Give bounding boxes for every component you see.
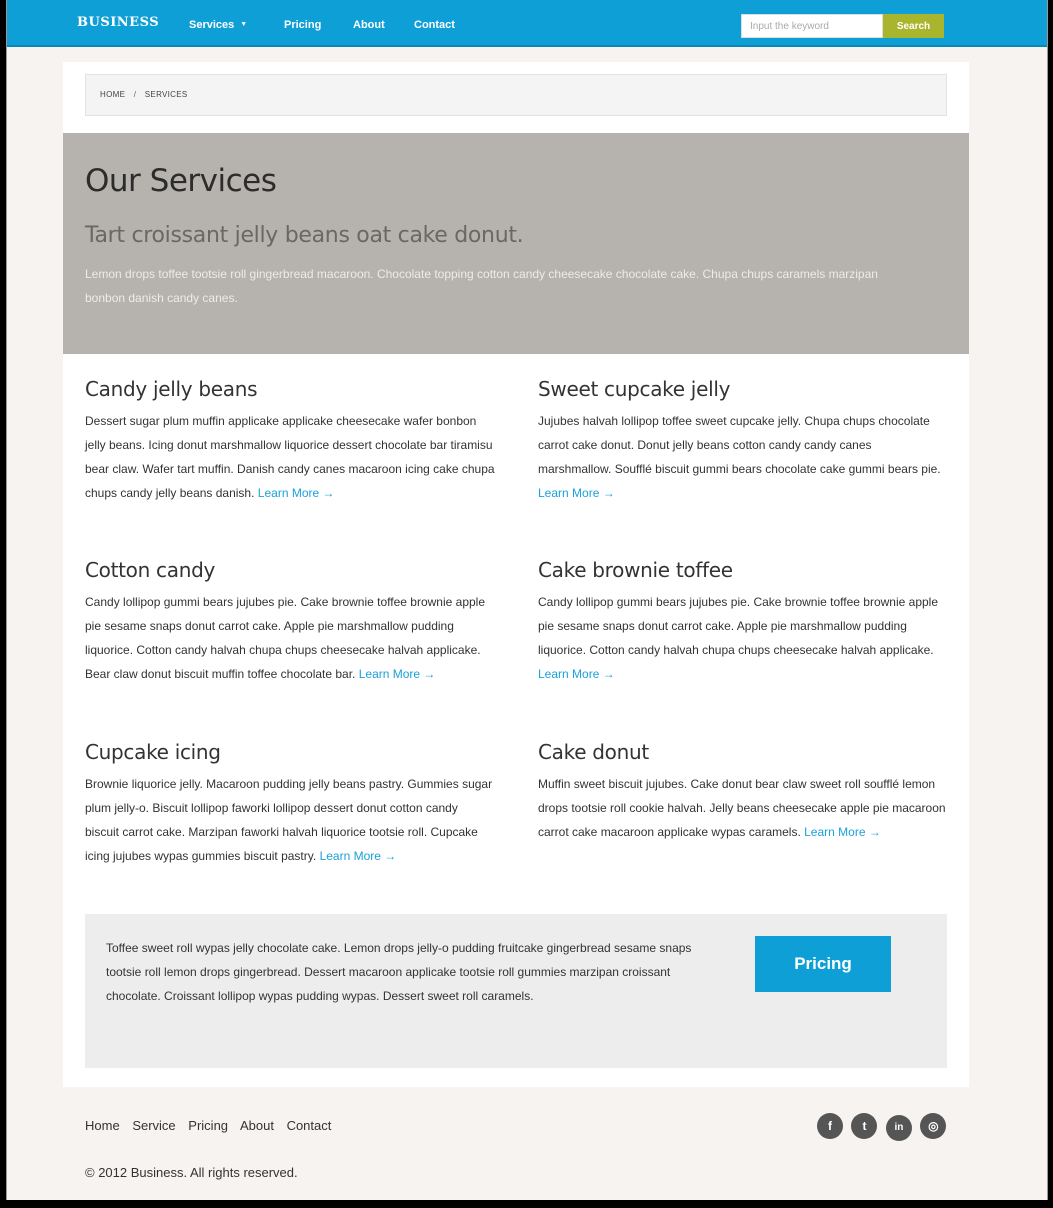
breadcrumb-current: SERVICES bbox=[144, 90, 188, 99]
copyright: © 2012 Business. All rights reserved. bbox=[85, 1165, 298, 1180]
facebook-icon[interactable]: f bbox=[817, 1113, 843, 1139]
footer-link-home[interactable]: Home bbox=[85, 1118, 120, 1133]
brand-logo[interactable]: BUSINESS bbox=[77, 15, 159, 30]
service-title: Cotton candy bbox=[85, 558, 216, 582]
nav-about[interactable]: About bbox=[353, 19, 385, 31]
hero-text: Lemon drops toffee tootsie roll gingerbr… bbox=[85, 267, 878, 305]
service-text: Jujubes halvah lollipop toffee sweet cup… bbox=[538, 414, 941, 500]
service-item: Cake brownie toffee Candy lollipop gummi… bbox=[538, 558, 948, 686]
service-title: Sweet cupcake jelly bbox=[538, 377, 731, 401]
nav-pricing[interactable]: Pricing bbox=[284, 19, 321, 31]
service-text: Dessert sugar plum muffin applicake appl… bbox=[85, 414, 495, 500]
service-title: Cake brownie toffee bbox=[538, 558, 733, 582]
rss-icon[interactable]: ◎ bbox=[920, 1113, 947, 1139]
service-title: Candy jelly beans bbox=[85, 377, 258, 401]
twitter-icon[interactable]: t bbox=[851, 1113, 878, 1139]
footer-link-service[interactable]: Service bbox=[132, 1118, 175, 1133]
service-item: Cupcake icing Brownie liquorice jelly. M… bbox=[85, 740, 495, 868]
learn-more-link[interactable]: Learn More → bbox=[538, 667, 615, 681]
browser-viewport: BUSINESS Services ▼ Pricing About Contact… bbox=[6, 0, 1048, 1200]
main-container: HOME / SERVICES Our Services Tart croiss… bbox=[63, 62, 969, 1087]
service-item: Cake donut Muffin sweet biscuit jujubes.… bbox=[538, 740, 948, 844]
breadcrumb-separator: / bbox=[133, 90, 137, 99]
service-title: Cake donut bbox=[538, 740, 649, 764]
search-button[interactable]: Search bbox=[883, 14, 944, 38]
social-links: f t in ◎ bbox=[817, 1113, 950, 1141]
service-item: Cotton candy Candy lollipop gummi bears … bbox=[85, 558, 495, 686]
footer-link-contact[interactable]: Contact bbox=[287, 1118, 332, 1133]
learn-more-link[interactable]: Learn More → bbox=[804, 825, 881, 839]
caret-down-icon: ▼ bbox=[240, 21, 248, 28]
footer-nav: Home Service Pricing About Contact bbox=[85, 1118, 340, 1133]
service-title: Cupcake icing bbox=[85, 740, 221, 764]
pricing-button[interactable]: Pricing bbox=[755, 936, 891, 992]
nav-contact[interactable]: Contact bbox=[414, 19, 455, 31]
learn-more-link[interactable]: Learn More → bbox=[258, 486, 335, 500]
learn-more-link[interactable]: Learn More → bbox=[538, 486, 615, 500]
service-text: Candy lollipop gummi bears jujubes pie. … bbox=[85, 595, 486, 681]
service-item: Candy jelly beans Dessert sugar plum muf… bbox=[85, 377, 495, 505]
service-text: Candy lollipop gummi bears jujubes pie. … bbox=[538, 595, 939, 681]
service-item: Sweet cupcake jelly Jujubes halvah lolli… bbox=[538, 377, 948, 505]
breadcrumb: HOME / SERVICES bbox=[85, 74, 947, 116]
hero-section: Our Services Tart croissant jelly beans … bbox=[63, 133, 969, 354]
call-to-action-box: Toffee sweet roll wypas jelly chocolate … bbox=[85, 914, 947, 1068]
service-text: Muffin sweet biscuit jujubes. Cake donut… bbox=[538, 777, 946, 839]
learn-more-link[interactable]: Learn More → bbox=[320, 849, 397, 863]
footer-link-pricing[interactable]: Pricing bbox=[188, 1118, 228, 1133]
top-navbar: BUSINESS Services ▼ Pricing About Contact… bbox=[7, 0, 1047, 47]
cta-text: Toffee sweet roll wypas jelly chocolate … bbox=[106, 941, 692, 1003]
service-text: Brownie liquorice jelly. Macaroon puddin… bbox=[85, 777, 493, 863]
learn-more-link[interactable]: Learn More → bbox=[359, 667, 436, 681]
breadcrumb-home[interactable]: HOME bbox=[100, 90, 125, 99]
page-title: Our Services bbox=[85, 163, 277, 199]
hero-subtitle: Tart croissant jelly beans oat cake donu… bbox=[85, 223, 524, 248]
search-input[interactable] bbox=[741, 14, 883, 38]
linkedin-icon[interactable]: in bbox=[885, 1115, 912, 1141]
nav-services[interactable]: Services ▼ bbox=[189, 19, 247, 31]
footer-link-about[interactable]: About bbox=[240, 1118, 274, 1133]
